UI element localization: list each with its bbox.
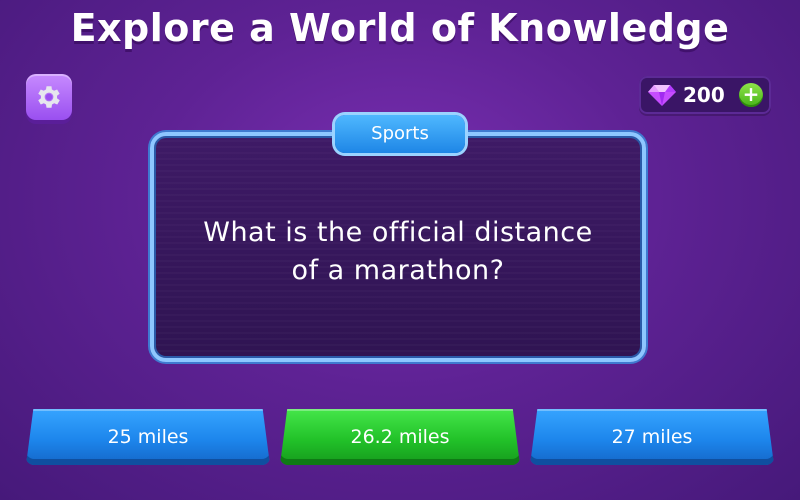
answer-label: 26.2 miles	[350, 426, 450, 448]
plus-icon: +	[742, 82, 760, 106]
gem-balance: 200 +	[639, 76, 771, 114]
answer-label: 25 miles	[107, 426, 189, 448]
answer-button-1[interactable]: 25 miles	[26, 409, 270, 465]
settings-button[interactable]	[26, 74, 72, 120]
question-line-1: What is the official distance	[203, 217, 593, 248]
page-title: Explore a World of Knowledge	[70, 6, 730, 50]
answer-button-2[interactable]: 26.2 miles	[280, 409, 520, 465]
category-label: Sports	[335, 115, 465, 153]
gem-count: 200	[683, 83, 725, 107]
add-gems-button[interactable]: +	[739, 83, 763, 107]
question-text: What is the official distance of a marat…	[174, 214, 622, 290]
answer-button-3[interactable]: 27 miles	[530, 409, 774, 465]
question-line-2: of a marathon?	[291, 255, 505, 286]
answer-label: 27 miles	[611, 426, 693, 448]
gem-icon	[648, 85, 676, 106]
question-card: What is the official distance of a marat…	[150, 132, 646, 362]
gear-icon	[38, 86, 60, 108]
